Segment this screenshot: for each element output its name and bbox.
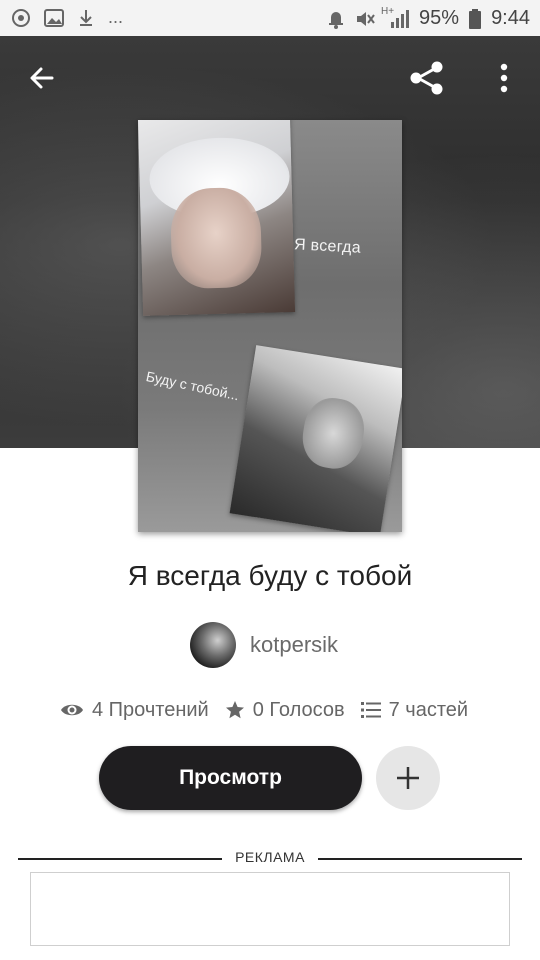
reads-stat: 4 Прочтений <box>60 699 209 722</box>
add-to-library-button[interactable] <box>376 746 440 810</box>
eye-icon <box>61 704 83 716</box>
share-icon <box>410 61 443 95</box>
status-left: ... <box>12 7 123 28</box>
list-icon <box>360 702 381 718</box>
parts-stat: 7 частей <box>360 698 469 722</box>
download-icon <box>78 9 94 27</box>
back-button[interactable] <box>18 54 66 102</box>
image-icon <box>44 8 64 27</box>
more-vertical-icon <box>500 63 508 93</box>
author-name: kotpersik <box>250 632 339 657</box>
votes-stat: 0 Голосов <box>225 699 345 722</box>
cover-photo-top <box>138 120 296 316</box>
ad-container[interactable] <box>30 872 510 946</box>
cover-photo-bottom <box>229 345 402 532</box>
cover-photo2-face <box>298 394 369 473</box>
book-cover[interactable]: Я всегда Буду с тобой... <box>138 120 402 532</box>
author-link[interactable]: kotpersik <box>190 621 338 669</box>
parts-count: 7 частей <box>388 698 469 721</box>
network-type: H+ <box>381 5 395 17</box>
votes-count: 0 Голосов <box>252 698 345 721</box>
star-icon <box>225 701 244 719</box>
story-stats: 4 Прочтений 0 Голосов 7 частей <box>60 694 468 726</box>
divider-line-right <box>318 858 522 860</box>
cover-photo-face <box>169 186 263 290</box>
alarm-icon <box>327 9 345 29</box>
clock: 9:44 <box>491 7 530 29</box>
plus-icon <box>397 767 419 789</box>
ad-divider: РЕКЛАМА <box>18 848 522 868</box>
reads-count: 4 Прочтений <box>92 698 209 721</box>
arrow-left-icon <box>30 67 54 89</box>
status-right: H+ 95% 9:44 <box>327 6 530 30</box>
share-button[interactable] <box>402 54 450 102</box>
avatar <box>190 622 236 668</box>
more-notifications-icon: ... <box>108 7 124 27</box>
signal-icon: H+ <box>381 6 410 28</box>
battery-percent: 95% <box>419 7 460 29</box>
cover-text-line1: Я всегда <box>293 236 362 257</box>
more-options-button[interactable] <box>480 54 528 102</box>
mute-icon <box>355 10 375 28</box>
status-bar: ... H+ 95% 9:44 <box>0 0 540 36</box>
battery-icon <box>469 8 482 29</box>
read-button[interactable]: Просмотр <box>99 746 362 810</box>
ad-label: РЕКЛАМА <box>235 849 305 865</box>
cover-text-line2: Буду с тобой... <box>144 368 241 404</box>
notification-app-icon <box>12 8 30 27</box>
story-title: Я всегда буду с тобой <box>127 560 413 591</box>
